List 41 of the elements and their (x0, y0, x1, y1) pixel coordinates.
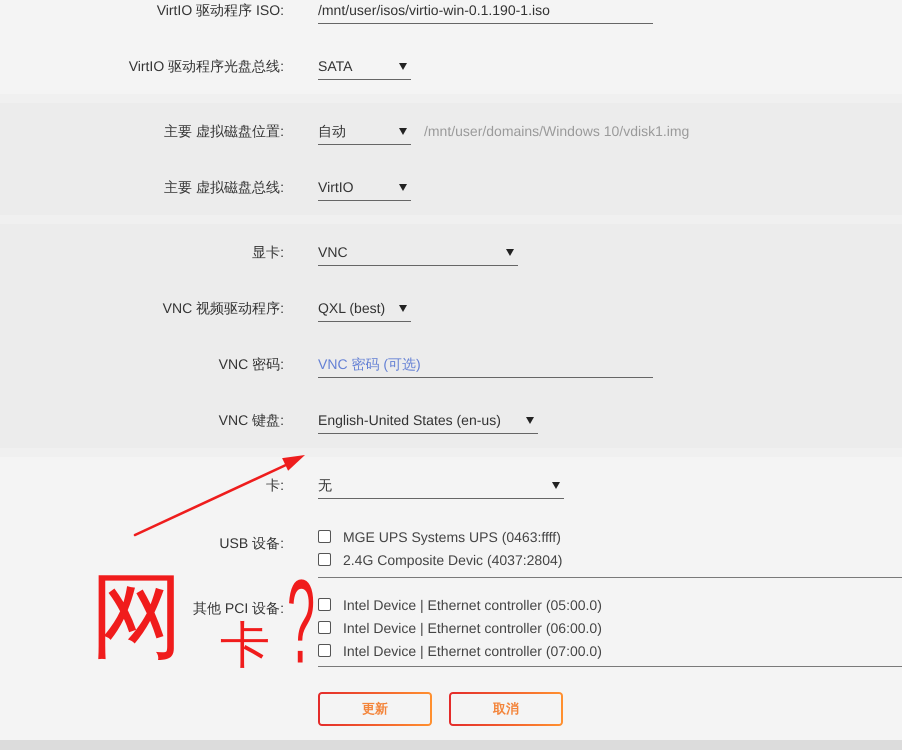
dropdown[interactable]: QXL (best) (318, 294, 411, 322)
handwritten-note: 卡 (220, 620, 270, 670)
field-label: USB 设备: (219, 534, 284, 553)
dropdown[interactable]: VirtIO (318, 173, 411, 201)
dropdown[interactable]: English-United States (en-us) (318, 406, 538, 434)
checkbox[interactable] (318, 621, 331, 634)
checkbox-label: MGE UPS Systems UPS (0463:ffff) (343, 528, 561, 544)
caret-icon (399, 304, 407, 312)
field-label: VirtIO 驱动程序 ISO: (156, 1, 284, 20)
dropdown[interactable]: 自动 (318, 117, 411, 145)
disk-path-text: /mnt/user/domains/Windows 10/vdisk1.img (424, 123, 690, 139)
field-label: VirtIO 驱动程序光盘总线: (128, 57, 284, 76)
checkbox-label: Intel Device | Ethernet controller (07:00.0) (343, 642, 602, 658)
handwritten-note: ? (287, 562, 316, 681)
dropdown[interactable]: SATA (318, 52, 411, 80)
field-label: 显卡: (252, 243, 284, 262)
field-label: VNC 密码: (218, 355, 284, 374)
field-label: 其他 PCI 设备: (192, 599, 284, 618)
field-label: VNC 视频驱动程序: (162, 299, 284, 318)
password-field[interactable]: VNC 密码 (可选) (318, 350, 653, 378)
field-label: 主要 虚拟磁盘位置: (164, 122, 284, 141)
checkbox-label: 2.4G Composite Devic (4037:2804) (343, 552, 562, 568)
field-label: 卡: (266, 476, 284, 495)
checkbox[interactable] (318, 530, 331, 543)
caret-icon (399, 128, 407, 134)
dropdown[interactable]: 无 (318, 471, 564, 499)
checkbox-label: Intel Device | Ethernet controller (05:00.0) (343, 596, 602, 612)
caret-icon (526, 416, 534, 424)
field-label: 主要 虚拟磁盘总线: (164, 178, 284, 197)
caret-icon (399, 62, 407, 70)
field-label: VNC 键盘: (218, 411, 284, 430)
handwritten-note: 网 (90, 570, 184, 664)
checkbox[interactable] (318, 553, 331, 566)
checkbox[interactable] (318, 644, 331, 657)
dropdown[interactable]: VNC (318, 238, 518, 266)
caret-icon (506, 248, 514, 256)
input-field[interactable]: /mnt/user/isos/virtio-win-0.1.190-1.iso (318, 0, 653, 24)
checkbox[interactable] (318, 598, 331, 611)
caret-icon (399, 184, 407, 190)
caret-icon (552, 482, 560, 488)
checkbox-label: Intel Device | Ethernet controller (06:00.0) (343, 620, 602, 636)
